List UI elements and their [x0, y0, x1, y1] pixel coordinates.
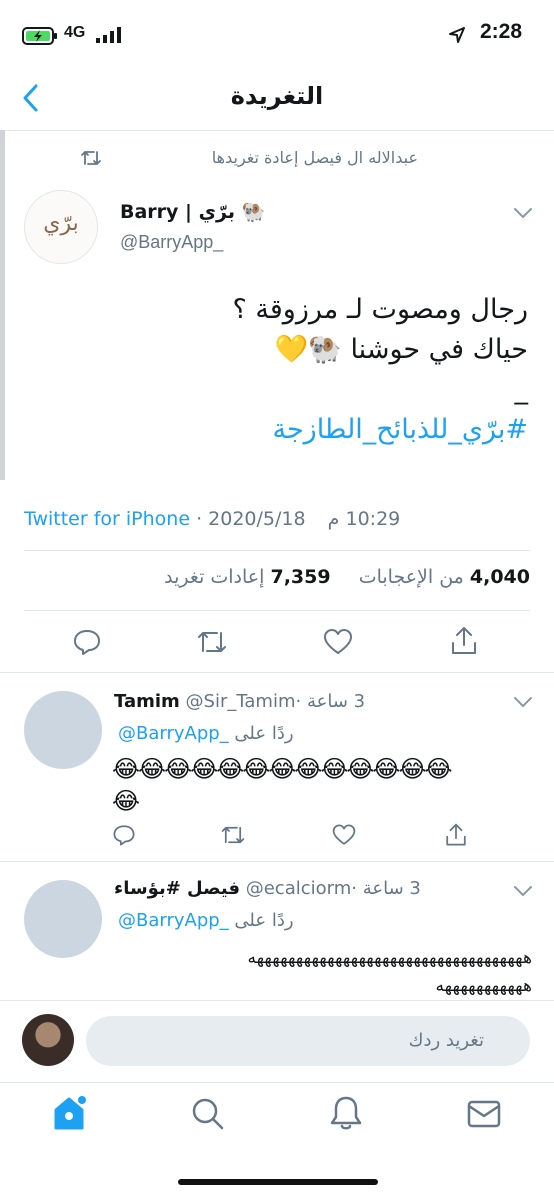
tab-notifications[interactable]	[328, 1094, 364, 1132]
likes-stat[interactable]: 4,040 من الإعجابات	[359, 566, 530, 588]
reply-to-handle[interactable]: @BarryApp_	[118, 723, 229, 744]
reply-header: Tamim @Sir_Tamim· 3 ساعة	[114, 691, 365, 712]
reply-to-line: @BarryApp_ ردًا على	[118, 910, 294, 931]
share-button[interactable]	[449, 625, 479, 657]
author-name[interactable]: Barry | برّي 🐏	[120, 200, 265, 223]
author-handle[interactable]: @BarryApp_	[120, 232, 223, 253]
signal-icon	[96, 27, 122, 43]
retweet-context-text: عبدالاله ال فيصل إعادة تغريدها	[211, 148, 418, 167]
reply-text-line: 😂	[112, 787, 140, 815]
like-button[interactable]	[332, 823, 356, 847]
composer-divider	[0, 1000, 554, 1001]
heart-icon	[324, 629, 352, 654]
home-indicator	[178, 1179, 378, 1185]
bell-icon	[330, 1096, 362, 1130]
likes-count: 4,040	[469, 566, 530, 588]
like-button[interactable]	[323, 627, 353, 657]
reply-author-handle[interactable]: @ecalciorm	[246, 878, 352, 899]
reply-menu-button[interactable]	[512, 695, 534, 709]
network-label: 4G	[64, 24, 86, 41]
avatar[interactable]	[24, 880, 102, 958]
tweet-date: 2020/5/18	[208, 508, 306, 530]
status-bar: 4G 2:28	[0, 0, 554, 66]
reply-header: فيصل #بؤساء @ecalciorm· 3 ساعة	[114, 878, 421, 899]
reply-item[interactable]: Tamim @Sir_Tamim· 3 ساعة @BarryApp_ ردًا…	[0, 673, 554, 861]
tabbar-divider	[0, 1082, 554, 1083]
divider	[24, 610, 530, 611]
user-avatar[interactable]	[22, 1014, 74, 1066]
reply-to-handle[interactable]: @BarryApp_	[118, 910, 229, 931]
reply-text-line: هههههههههههههههههههههههههههههههههههه	[247, 948, 532, 968]
reply-to-prefix: ردًا على	[234, 723, 294, 744]
tweet-menu-button[interactable]	[512, 206, 534, 220]
heart-icon	[332, 824, 356, 845]
retweet-button[interactable]	[220, 823, 246, 847]
reply-button[interactable]	[72, 627, 102, 657]
reply-author-name[interactable]: فيصل #بؤساء	[114, 878, 240, 899]
tweet-time: 10:29 م	[327, 508, 401, 530]
reply-menu-button[interactable]	[512, 884, 534, 898]
reply-icon	[113, 825, 135, 846]
page-title: التغريدة	[230, 82, 324, 110]
reply-text: 😂😂😂😂😂😂😂😂😂😂😂😂😂 😂	[112, 753, 532, 817]
tweet-text-line: رجال ومصوت لـ مرزوقة ؟	[232, 294, 528, 325]
reply-author-name[interactable]: Tamim	[114, 691, 180, 712]
mail-icon	[467, 1100, 501, 1128]
retweet-context	[80, 148, 102, 168]
tweet-body: رجال ومصوت لـ مرزوقة ؟ حياك في حوشنا 🐏💛 …	[48, 290, 528, 450]
reply-text-line: 😂😂😂😂😂😂😂😂😂😂😂😂😂	[112, 755, 453, 783]
retweets-count: 7,359	[270, 566, 331, 588]
share-icon	[452, 627, 476, 654]
location-icon	[448, 26, 466, 44]
reply-text-line: هههههههههههه	[435, 976, 532, 996]
retweet-button[interactable]	[196, 627, 228, 657]
share-icon	[446, 823, 466, 846]
reply-author-handle[interactable]: @Sir_Tamim	[186, 691, 296, 712]
tweet-text-line: حياك في حوشنا 🐏💛	[274, 334, 528, 365]
header-divider	[0, 130, 554, 131]
share-button[interactable]	[444, 822, 468, 848]
retweets-stat[interactable]: 7,359 إعادات تغريد	[164, 566, 330, 588]
status-time: 2:28	[479, 20, 522, 43]
tweet-text-line: _	[514, 374, 529, 405]
meta-separator: ·	[295, 691, 302, 712]
tab-home[interactable]	[52, 1092, 88, 1132]
battery-icon	[22, 27, 58, 45]
likes-label: من الإعجابات	[358, 566, 464, 588]
reply-to-prefix: ردًا على	[234, 910, 294, 931]
meta-separator: ·	[351, 878, 357, 899]
reply-item[interactable]: فيصل #بؤساء @ecalciorm· 3 ساعة @BarryApp…	[0, 862, 554, 1000]
chevron-down-icon	[514, 886, 532, 897]
search-icon	[192, 1098, 224, 1130]
retweet-icon	[81, 151, 101, 165]
reply-time: 3 ساعة	[306, 691, 366, 712]
chevron-down-icon	[514, 697, 532, 708]
chevron-down-icon	[514, 208, 532, 219]
reply-to-line: @BarryApp_ ردًا على	[118, 723, 294, 744]
tweet-stats: 4,040 من الإعجابات 7,359 إعادات تغريد	[164, 566, 530, 588]
reply-text: هههههههههههههههههههههههههههههههههههه ههه…	[112, 944, 532, 1000]
home-icon	[54, 1094, 88, 1130]
tweet-meta: Twitter for iPhone · 2020/5/18 10:29 م	[24, 508, 400, 530]
divider	[24, 550, 530, 551]
tab-messages[interactable]	[466, 1098, 502, 1130]
tab-search[interactable]	[190, 1096, 226, 1132]
retweet-icon	[221, 826, 245, 844]
avatar[interactable]	[24, 691, 102, 769]
reply-input[interactable]: تغريد ردك	[86, 1016, 530, 1066]
reply-icon	[74, 630, 100, 655]
reply-time: 3 ساعة	[362, 878, 421, 899]
meta-separator: ·	[190, 508, 209, 530]
retweets-label: إعادات تغريد	[164, 566, 265, 588]
avatar-logo: برّي	[43, 211, 79, 236]
tweet-source[interactable]: Twitter for iPhone	[24, 508, 190, 530]
reply-input-placeholder: تغريد ردك	[408, 1030, 484, 1051]
retweet-icon	[198, 632, 226, 652]
reply-button[interactable]	[112, 823, 136, 847]
author-avatar[interactable]: برّي	[24, 190, 98, 264]
hashtag-link[interactable]: #برّي_للذبائح_الطازجة	[48, 410, 529, 450]
scroll-indicator	[0, 130, 5, 480]
